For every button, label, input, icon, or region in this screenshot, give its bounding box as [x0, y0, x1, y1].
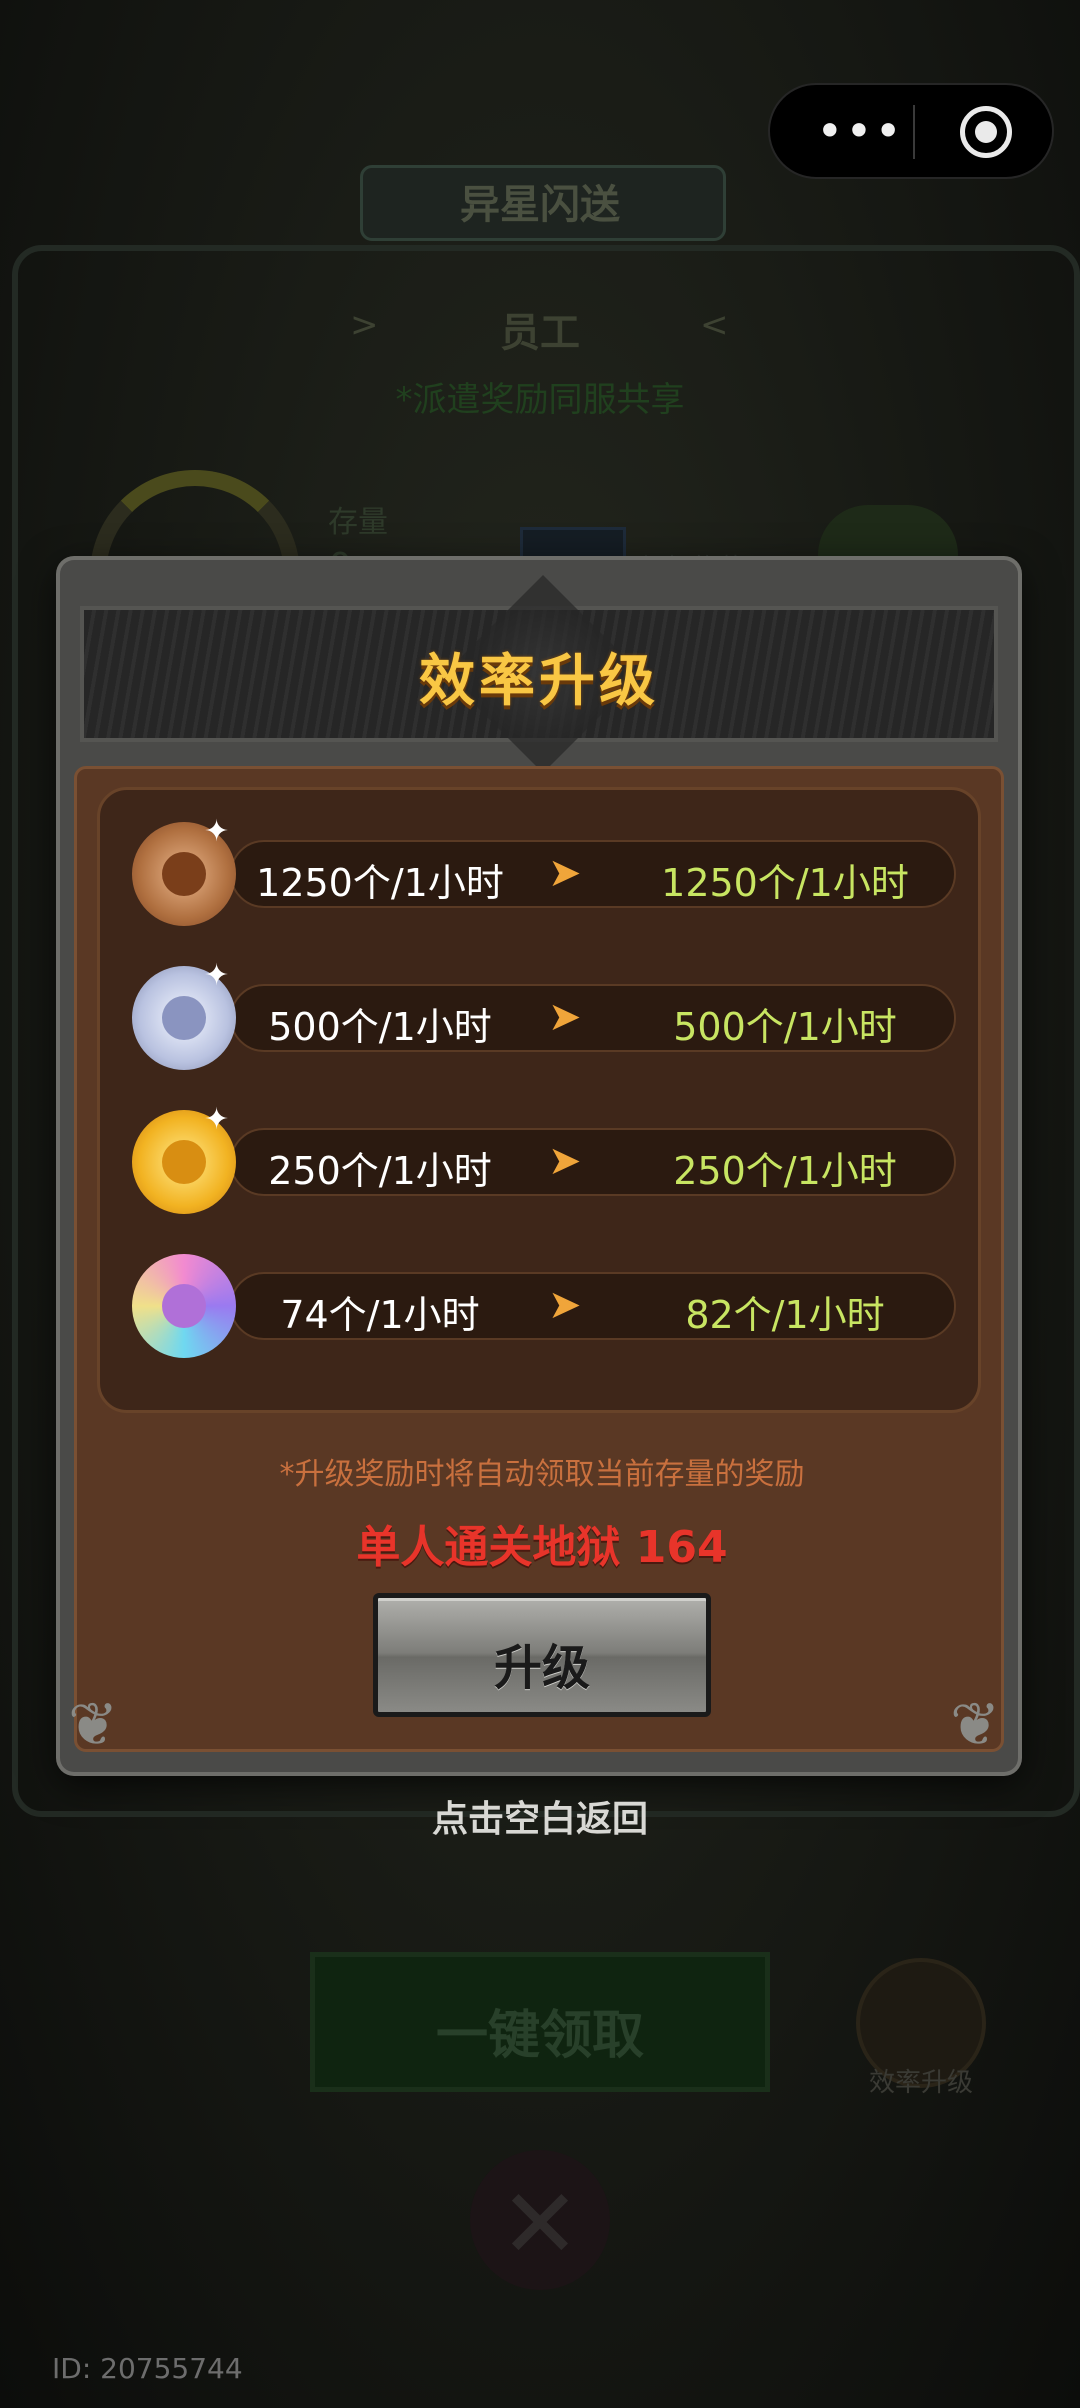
- background-note: *派遣奖励同服共享: [395, 380, 685, 420]
- list-item: ✦ 250个/1小时 ➤ 250个/1小时: [100, 1098, 984, 1214]
- list-item: ✦ 1250个/1小时 ➤ 1250个/1小时: [100, 810, 984, 926]
- upgrade-button-label: 升级: [493, 1640, 590, 1696]
- current-rate: 250个/1小时: [268, 1149, 492, 1193]
- background-title: 异星闪送: [460, 182, 620, 228]
- upgrade-requirement: 单人通关地狱 164: [356, 1522, 728, 1573]
- next-rate: 82个/1小时: [685, 1293, 885, 1337]
- corner-ornament-left-icon: ❦: [68, 1690, 119, 1760]
- upgrade-notice: *升级奖励时将自动领取当前存量的奖励: [279, 1457, 805, 1492]
- capsule-divider: [913, 105, 915, 159]
- next-rate: 250个/1小时: [673, 1149, 897, 1193]
- list-item: ✦ 500个/1小时 ➤ 500个/1小时: [100, 954, 984, 1070]
- next-rate: 500个/1小时: [673, 1005, 897, 1049]
- dialog-header: 效率升级: [80, 575, 998, 773]
- gold-coin-icon: ✦: [132, 1102, 236, 1214]
- chevron-left-icon: <: [700, 305, 729, 345]
- tap-blank-to-return[interactable]: 点击空白返回: [0, 1790, 1080, 1842]
- efficiency-upgrade-label: 效率升级: [868, 2068, 973, 2098]
- list-item: 74个/1小时 ➤ 82个/1小时: [100, 1242, 984, 1358]
- target-circle-icon[interactable]: [960, 106, 1012, 158]
- background-section-title: 员工: [500, 310, 580, 356]
- current-rate: 500个/1小时: [268, 1005, 492, 1049]
- upgrade-button[interactable]: 升级: [373, 1593, 711, 1717]
- arrow-right-icon: ➤: [548, 1138, 582, 1184]
- silver-coin-icon: ✦: [132, 958, 236, 1070]
- capsule-menu: •••: [768, 83, 1054, 179]
- efficiency-upgrade-dialog: 效率升级 ✦ 1250个/1小时 ➤ 1250个/1小时 ✦ 500个/1小时 …: [60, 560, 1018, 1772]
- next-rate: 1250个/1小时: [661, 861, 909, 905]
- user-id: ID: 20755744: [52, 2352, 243, 2385]
- stock-label: 存量: [328, 505, 388, 540]
- current-rate: 74个/1小时: [280, 1293, 480, 1337]
- dialog-title: 效率升级: [419, 649, 659, 714]
- current-rate: 1250个/1小时: [256, 861, 504, 905]
- rate-list: ✦ 1250个/1小时 ➤ 1250个/1小时 ✦ 500个/1小时 ➤ 500…: [97, 787, 981, 1413]
- arrow-right-icon: ➤: [548, 994, 582, 1040]
- arrow-right-icon: ➤: [548, 850, 582, 896]
- arrow-right-icon: ➤: [548, 1282, 582, 1328]
- crossed-swords-icon: ✕: [499, 2168, 581, 2280]
- more-dots-icon[interactable]: •••: [810, 93, 910, 169]
- corner-ornament-right-icon: ❦: [950, 1690, 1001, 1760]
- bronze-coin-icon: ✦: [132, 814, 236, 926]
- dialog-body: ✦ 1250个/1小时 ➤ 1250个/1小时 ✦ 500个/1小时 ➤ 500…: [74, 766, 1004, 1752]
- rainbow-coin-icon: [132, 1254, 236, 1358]
- collect-all-label: 一键领取: [435, 2006, 644, 2066]
